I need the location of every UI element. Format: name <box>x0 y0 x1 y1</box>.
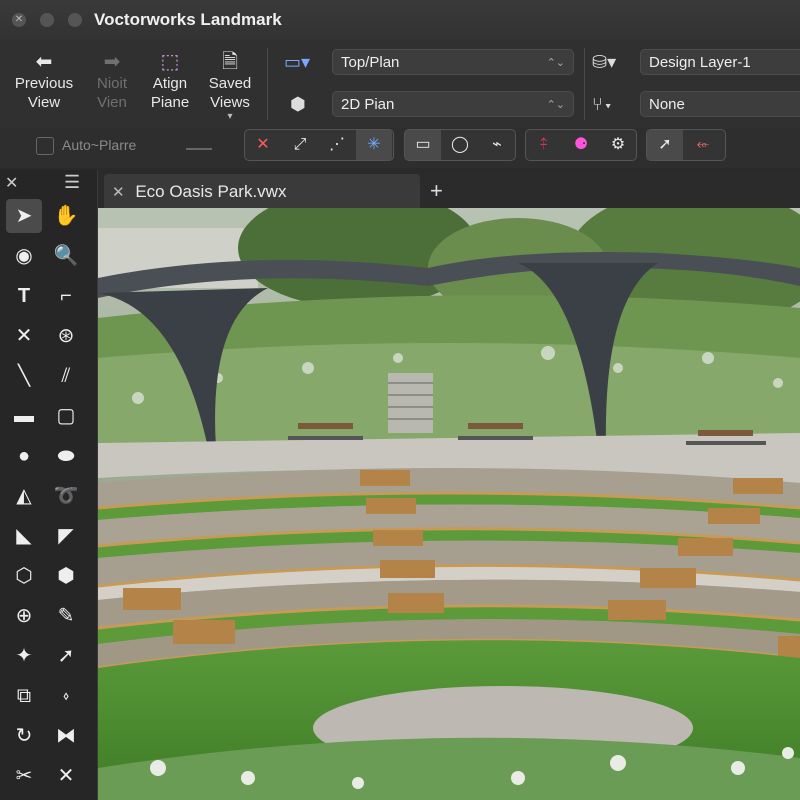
saved-views-label-2: Views <box>210 94 250 111</box>
classes-icon[interactable]: ⑂▾ <box>592 94 614 115</box>
hatch-icon[interactable]: ⬰ <box>685 130 721 160</box>
class-dropdown-value: None <box>649 96 685 113</box>
eyedropper-tool-icon[interactable]: ✎ <box>48 599 84 633</box>
rect-select-icon[interactable]: ▭ <box>405 130 441 160</box>
pan-tool-icon[interactable]: ✋ <box>48 199 84 233</box>
previous-view-label-2: View <box>27 94 61 111</box>
lasso-select-icon[interactable]: ◯ <box>442 130 478 160</box>
circle-tool-icon[interactable]: ● <box>6 439 42 473</box>
freehand-tool-icon[interactable]: ➰ <box>48 479 84 513</box>
extra-mode-group: ➚ ⬰ <box>646 129 726 161</box>
snap-points-icon[interactable]: ⋰ <box>319 130 355 160</box>
rotate-tool-icon[interactable]: ↻ <box>6 719 42 753</box>
previous-view-button[interactable]: ⬅ Previous View <box>12 50 76 112</box>
align-plane-button[interactable]: ⬚ Atign Piane <box>138 50 202 112</box>
arc-tool-icon[interactable]: ◭ <box>6 479 42 513</box>
stake-tool-icon[interactable]: ⊛ <box>48 319 84 353</box>
callout-tool-icon[interactable]: ⌐ <box>48 279 84 313</box>
line-tool-icon[interactable]: ╲ <box>6 359 42 393</box>
mirror-tool-icon[interactable]: ⧓ <box>48 719 84 753</box>
auto-plane-checkbox[interactable] <box>36 137 54 155</box>
selection-mode-group: ▭ ◯ ⌁ <box>404 129 516 161</box>
chevron-updown-icon: ⌃⌄ <box>546 57 565 69</box>
render-mode-icon[interactable]: ⬢ <box>290 94 306 115</box>
next-view-label-1: Nioit <box>96 75 127 92</box>
gear-icon[interactable]: ⚙ <box>600 130 636 160</box>
view-dropdown-value: Top/Plan <box>341 54 400 71</box>
snap-line-icon[interactable]: ⤢ <box>282 130 318 160</box>
close-tab-icon[interactable]: ✕ <box>112 184 125 201</box>
regular-polygon-tool-icon[interactable]: ⬢ <box>48 559 84 593</box>
minimize-window-icon[interactable] <box>40 13 54 27</box>
rounded-rectangle-tool-icon[interactable]: ▢ <box>48 399 84 433</box>
polygon-tool-icon[interactable]: ◤ <box>48 519 84 553</box>
visibility-tool-icon[interactable]: ➚ <box>48 639 84 673</box>
class-dropdown[interactable]: None <box>640 91 800 117</box>
app-title: Voctorworks Landmark <box>94 10 282 29</box>
render-dropdown-value: 2D Pian <box>341 96 395 113</box>
saved-views-label-1: Saved <box>208 75 252 92</box>
polyline-tool-icon[interactable]: ◣ <box>6 519 42 553</box>
render-dropdown[interactable]: 2D Pian ⌃⌄ <box>332 91 574 117</box>
transform-mode-group: ⤉ ⚈ ⚙ <box>525 129 637 161</box>
amphitheater-render <box>98 208 800 800</box>
plane-icon <box>186 138 212 150</box>
saved-views-button[interactable]: 🗎 Saved Views ▾ <box>198 50 262 122</box>
rotate-icon[interactable]: ⚈ <box>563 130 599 160</box>
next-view-button[interactable]: ➡ Nioit Vien <box>80 50 144 112</box>
drawing-canvas[interactable] <box>98 208 800 800</box>
split-tool-icon[interactable]: ✂ <box>6 759 42 793</box>
align-plane-icon: ⬚ <box>160 51 180 73</box>
toolbar-separator <box>267 48 268 120</box>
close-window-icon[interactable]: ✕ <box>12 13 26 27</box>
text-tool-icon[interactable]: T <box>6 279 42 313</box>
toolbar-separator <box>584 48 585 120</box>
locus-tool-icon[interactable]: ✕ <box>6 319 42 353</box>
move-icon[interactable]: ⤉ <box>526 130 562 160</box>
view-dropdown[interactable]: Top/Plan ⌃⌄ <box>332 49 574 75</box>
flyover-tool-icon[interactable]: ◉ <box>6 239 42 273</box>
magic-wand-tool-icon[interactable]: ✦ <box>6 639 42 673</box>
arrow-right-icon: ➡ <box>103 51 121 73</box>
layers-icon[interactable]: ⛁▾ <box>592 52 616 73</box>
spiral-tool-icon[interactable]: ⊕ <box>6 599 42 633</box>
reshape-tool-icon[interactable]: ⧉ <box>6 679 42 713</box>
double-polygon-tool-icon[interactable]: ⬡ <box>6 559 42 593</box>
arrow-left-icon: ⬅ <box>35 51 53 73</box>
chevron-updown-icon: ⌃⌄ <box>546 99 565 111</box>
clip-tool-icon[interactable]: ⬫ <box>48 679 84 713</box>
double-line-tool-icon[interactable]: ⫽ <box>48 359 84 393</box>
selection-tool-icon[interactable]: ➤ <box>6 199 42 233</box>
zoom-window-icon[interactable] <box>68 13 82 27</box>
oval-tool-icon[interactable]: ⬬ <box>48 439 84 473</box>
document-tab-title: Eco Oasis Park.vwx <box>135 182 287 201</box>
next-view-label-2: Vien <box>97 94 127 111</box>
view-icon[interactable]: ▭▾ <box>284 52 310 73</box>
polygon-select-icon[interactable]: ⌁ <box>479 130 515 160</box>
snap-mode-group: ✕ ⤢ ⋰ ✳ <box>244 129 394 161</box>
connect-tool-icon[interactable]: ✕ <box>48 759 84 793</box>
pointer-mode-icon[interactable]: ➚ <box>647 130 683 160</box>
previous-view-label-1: Previous <box>14 75 74 92</box>
snap-off-icon[interactable]: ✕ <box>245 130 281 160</box>
document-tab[interactable]: ✕ Eco Oasis Park.vwx <box>104 174 420 210</box>
layer-dropdown[interactable]: Design Layer-1 <box>640 49 800 75</box>
layer-dropdown-value: Design Layer-1 <box>649 54 751 71</box>
palette-menu-icon[interactable]: ☰ <box>64 172 80 193</box>
zoom-tool-icon[interactable]: 🔍 <box>48 239 84 273</box>
add-tab-button[interactable]: + <box>430 178 443 204</box>
chevron-down-icon: ▾ <box>227 111 233 122</box>
align-plane-label-2: Piane <box>150 94 190 111</box>
close-palette-icon[interactable]: ✕ <box>5 173 18 193</box>
rectangle-tool-icon[interactable]: ▬ <box>6 399 42 433</box>
snap-axis-icon[interactable]: ✳ <box>356 130 392 160</box>
auto-plane-label: Auto~Plarre <box>62 137 137 153</box>
align-plane-label-1: Atign <box>152 75 188 92</box>
saved-views-icon: 🗎 <box>221 51 239 73</box>
